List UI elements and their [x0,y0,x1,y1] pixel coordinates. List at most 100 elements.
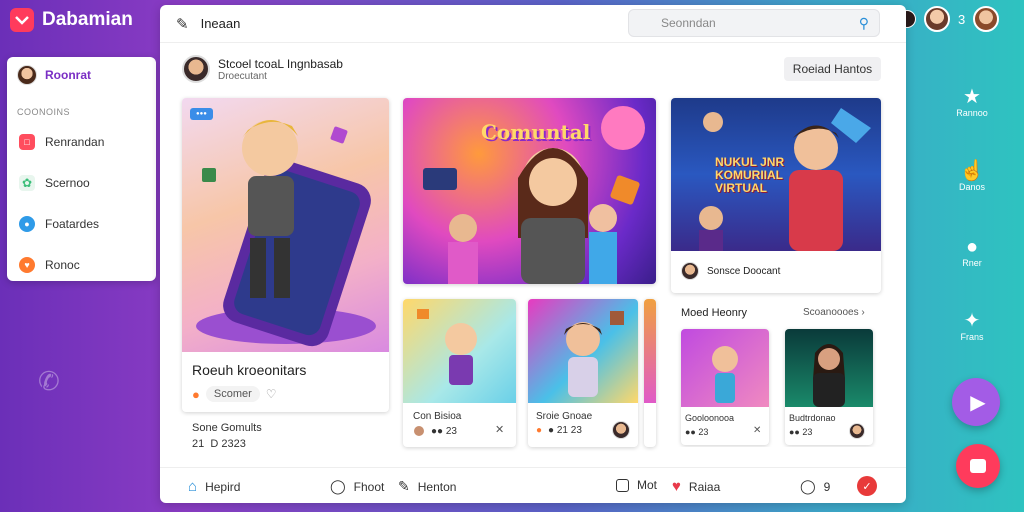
nav-rates-label: Raiaa [688,479,721,494]
search-icon[interactable]: ⚲ [859,15,869,32]
most-recent-label: Moed Heonry [681,307,748,319]
recent-card-1-artwork [681,329,769,407]
brand[interactable]: Dabamian [10,8,133,32]
virtual-owner[interactable]: Sonsce Doocant [681,262,780,280]
chat-icon [970,459,986,473]
chat-icon: □ [19,133,35,150]
community-artwork: Comuntal [403,98,656,284]
rail-item-rannoo[interactable]: ★ Rannoo [942,86,1002,118]
nav-action[interactable]: ✓ [857,476,877,496]
virtual-card[interactable]: NUKUL JNR KOMURIIAL VIRTUAL Sonsce Dooca… [671,98,881,293]
globe-icon: ● [19,215,35,232]
sidebar-item-foatardes[interactable]: ● Foatardes [7,203,156,244]
poster-avatar[interactable] [182,55,210,83]
chevron-right-icon: › [861,307,865,318]
nav-mentions-label: Henton [417,479,457,494]
edit-icon[interactable]: ✎ [176,15,189,33]
sidebar-section-label: COONOINS [17,107,71,117]
notification-count[interactable]: 3 [958,12,965,27]
play-icon: ▶ [970,391,986,414]
most-recent-more[interactable]: Scoanoooes › [803,307,865,318]
recent-card-1-meta: ●● 23 [685,427,709,437]
mail-icon [616,478,629,492]
nav-mentions[interactable]: ✎ Henton [398,478,456,495]
recent-card-2-title: Budtrdonao [789,413,836,423]
check-icon: ✓ [857,476,877,496]
recent-card-2-artwork [785,329,873,407]
speech-icon: ● [965,236,979,258]
small-card-3-partial[interactable] [644,299,656,447]
nav-notifications[interactable]: ◯ 9 [800,478,830,495]
nav-mail-label: Mot [637,478,658,492]
community-banner-text: Comuntal [481,120,591,144]
community-card[interactable]: Comuntal [403,98,656,284]
sidebar-avatar [17,65,37,85]
nav-rates[interactable]: ♥ Raiaa [672,478,720,495]
nav-home-label: Hepird [205,479,241,494]
home-icon: ⌂ [188,478,198,495]
rail-item-danos[interactable]: ☝ Danos [942,160,1002,192]
pen-icon: ✎ [398,478,410,494]
puzzle-icon: ★ [963,86,981,108]
sidebar-item-scernoo[interactable]: ✿ Scernoo [7,162,156,203]
small-card-1[interactable]: Con Bisioa ●● 23 ✕ [403,299,516,447]
brand-name: Dabamian [42,9,133,30]
bell-icon: ◯ [800,478,816,494]
small-card-1-avatar [413,425,425,437]
sidebar-item-label: Foatardes [45,216,100,231]
rail-item-frans[interactable]: ✦ Frans [942,310,1002,342]
sidebar-profile-name: Roonrat [45,68,91,82]
chat-fab[interactable] [956,444,1000,488]
leaf-icon: ✿ [19,174,35,191]
small-card-2[interactable]: Sroie Gnoae ● ● 21 23 [528,299,638,447]
featured-meta-title: Sone Gomults [192,422,262,434]
rail-item-label: Frans [960,332,984,342]
recent-card-1[interactable]: Gooloonooa ●● 23 ✕ [681,329,769,445]
small-card-1-artwork [403,299,516,403]
virtual-owner-avatar [681,262,699,280]
small-card-2-title: Sroie Gnoae [536,411,593,422]
poster-name[interactable]: Stcoel tcoaL Ingnbasab [218,57,343,71]
share-icon[interactable]: ✕ [753,425,761,436]
recent-card-2-avatar[interactable] [849,423,865,439]
nav-feed[interactable]: ◯ Fhoot [330,478,384,495]
read-button[interactable]: Roeiad Hantos [784,57,881,81]
small-card-2-avatar[interactable] [612,421,630,439]
nav-feed-label: Fhoot [353,479,385,494]
featured-tag[interactable]: ● Scomer ♡ [192,386,277,402]
sidebar-item-label: Scernoo [45,175,90,190]
play-fab[interactable]: ▶ [952,378,1000,426]
featured-card[interactable]: ●●● Roeuh kroeonitars ● Scomer ♡ [182,98,389,412]
virtual-owner-name: Sonsce Doocant [707,265,781,277]
featured-title: Roeuh kroeonitars [192,362,307,378]
share-icon[interactable]: ✕ [495,423,504,436]
small-card-3-artwork [644,299,656,403]
search-placeholder: Seonndan [661,16,716,30]
heart-icon: ♥ [672,478,681,495]
most-recent-more-label: Scoanoooes [803,307,859,318]
nav-mail[interactable]: Mot [616,478,657,492]
recent-card-2[interactable]: Budtrdonao ●● 23 [785,329,873,445]
rail-item-label: Rner [962,258,982,268]
heart-outline-icon[interactable]: ♡ [266,387,277,401]
feed-icon: ◯ [330,478,346,494]
rail-item-rner[interactable]: ● Rner [942,236,1002,268]
profile-avatar[interactable] [973,6,1000,32]
user-avatar[interactable] [924,6,950,32]
left-sidebar: Roonrat COONOINS □ Renrandan ✿ Scernoo ●… [7,57,156,281]
sidebar-item-ronoc[interactable]: ♥ Ronoc [7,244,156,285]
small-card-1-meta-text: ●● 23 [431,425,457,437]
featured-artwork: ●●● [182,98,389,352]
nav-home[interactable]: ⌂ Hepird [188,478,240,495]
featured-meta-numbers: 21 D 2323 [192,438,246,450]
small-card-2-meta: ● ● 21 23 [536,425,582,436]
featured-badge: ●●● [190,108,213,120]
poster-subtitle: Droecutant [218,70,267,82]
top-right-cluster: 3 [898,6,1000,32]
page-title: Ineaan [200,16,241,31]
search-input[interactable]: Seonndan ⚲ [628,9,880,37]
small-card-1-meta: ●● 23 [413,425,457,437]
sidebar-profile[interactable]: Roonrat [7,57,156,93]
featured-illustration [196,119,376,347]
sidebar-item-renrandan[interactable]: □ Renrandan [7,121,156,162]
